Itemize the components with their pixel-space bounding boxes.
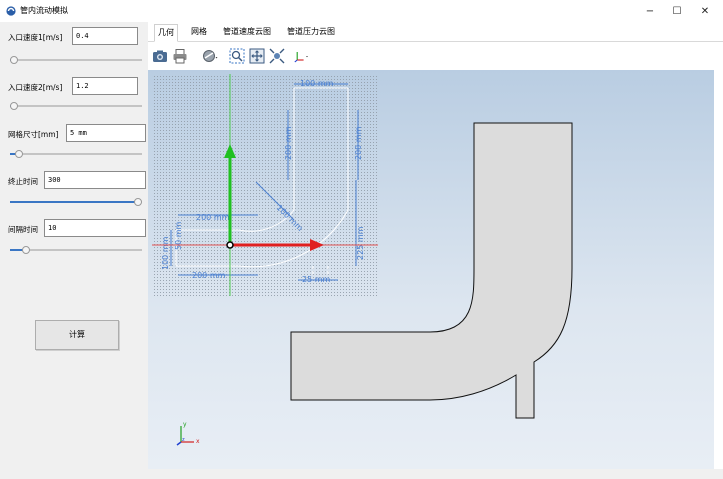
render-mode-icon[interactable] [202, 48, 218, 64]
interval-time-slider[interactable] [10, 246, 142, 254]
slider-thumb[interactable] [10, 56, 18, 64]
slider-thumb[interactable] [10, 102, 18, 110]
zoom-box-icon[interactable] [229, 48, 245, 64]
dim-100-left: 100 mm [161, 236, 170, 270]
maximize-button[interactable]: ☐ [662, 0, 692, 22]
coordinate-triad: y x z [176, 421, 200, 446]
end-time-slider[interactable] [10, 198, 142, 206]
dim-bottom-horiz: 200 mm [192, 271, 226, 280]
triad-x-label: x [196, 438, 200, 445]
printer-icon[interactable] [172, 48, 188, 64]
dim-vert-inner: 200 mm [284, 126, 293, 160]
mesh-size-label: 网格尺寸[mm] [8, 130, 59, 139]
triad-z-label: z [182, 437, 185, 443]
minimize-button[interactable]: − [635, 0, 665, 22]
title-bar: 管内流动模拟 − ☐ ✕ [0, 0, 723, 22]
tab-geometry[interactable]: 几何 [154, 24, 178, 42]
dim-vert-outer: 200 mm [354, 126, 363, 160]
mesh-size-slider[interactable] [10, 150, 142, 158]
close-button[interactable]: ✕ [690, 0, 720, 22]
origin-point [226, 241, 234, 249]
view-tabs: 几何 网格 管道速度云图 管道压力云图 [148, 22, 723, 42]
inlet-velocity-1-input[interactable]: 0.4 [72, 27, 138, 45]
dim-top-width: 100 mm [300, 79, 334, 88]
inlet-velocity-2-label: 入口速度2[m/s] [8, 83, 63, 92]
interval-time-input[interactable]: 10 [44, 219, 146, 237]
axes-icon[interactable] [294, 48, 310, 64]
dim-225: 225 mm [356, 226, 365, 260]
camera-icon[interactable] [152, 48, 168, 64]
parameter-panel: 入口速度1[m/s] 0.4 入口速度2[m/s] 1.2 网格尺寸[mm] 5… [0, 22, 148, 479]
status-strip [148, 469, 723, 479]
graphics-viewport[interactable]: 100 mm 200 mm 200 mm 100 mm 200 mm 50 mm… [148, 70, 714, 469]
sketch-grid [152, 74, 378, 296]
inlet-velocity-2-slider[interactable] [10, 102, 142, 110]
slider-thumb[interactable] [22, 246, 30, 254]
graphics-toolbar [148, 42, 723, 70]
dim-25: 25 mm [302, 275, 331, 284]
slider-thumb[interactable] [15, 150, 23, 158]
tab-velocity-contour[interactable]: 管道速度云图 [220, 24, 274, 40]
triad-y-label: y [183, 421, 187, 428]
slider-thumb[interactable] [134, 198, 142, 206]
calculate-button[interactable]: 计算 [35, 320, 119, 350]
end-time-label: 终止时间 [8, 177, 38, 186]
zoom-fit-icon[interactable] [249, 48, 265, 64]
mesh-size-input[interactable]: 5 mm [66, 124, 146, 142]
end-time-input[interactable]: 300 [44, 171, 146, 189]
app-logo-icon [6, 6, 16, 16]
inlet-velocity-1-slider[interactable] [10, 56, 142, 64]
interval-time-label: 间隔时间 [8, 225, 38, 234]
dim-mid-horiz: 200 mm [196, 213, 230, 222]
inlet-velocity-1-label: 入口速度1[m/s] [8, 33, 63, 42]
tab-pressure-contour[interactable]: 管道压力云图 [284, 24, 338, 40]
viewport-canvas[interactable]: 100 mm 200 mm 200 mm 100 mm 200 mm 50 mm… [148, 70, 714, 469]
tab-mesh[interactable]: 网格 [188, 24, 210, 40]
view-orientation-icon[interactable] [269, 48, 285, 64]
window-title: 管内流动模拟 [20, 6, 68, 15]
inlet-velocity-2-input[interactable]: 1.2 [72, 77, 138, 95]
dim-50: 50 mm [174, 221, 183, 250]
